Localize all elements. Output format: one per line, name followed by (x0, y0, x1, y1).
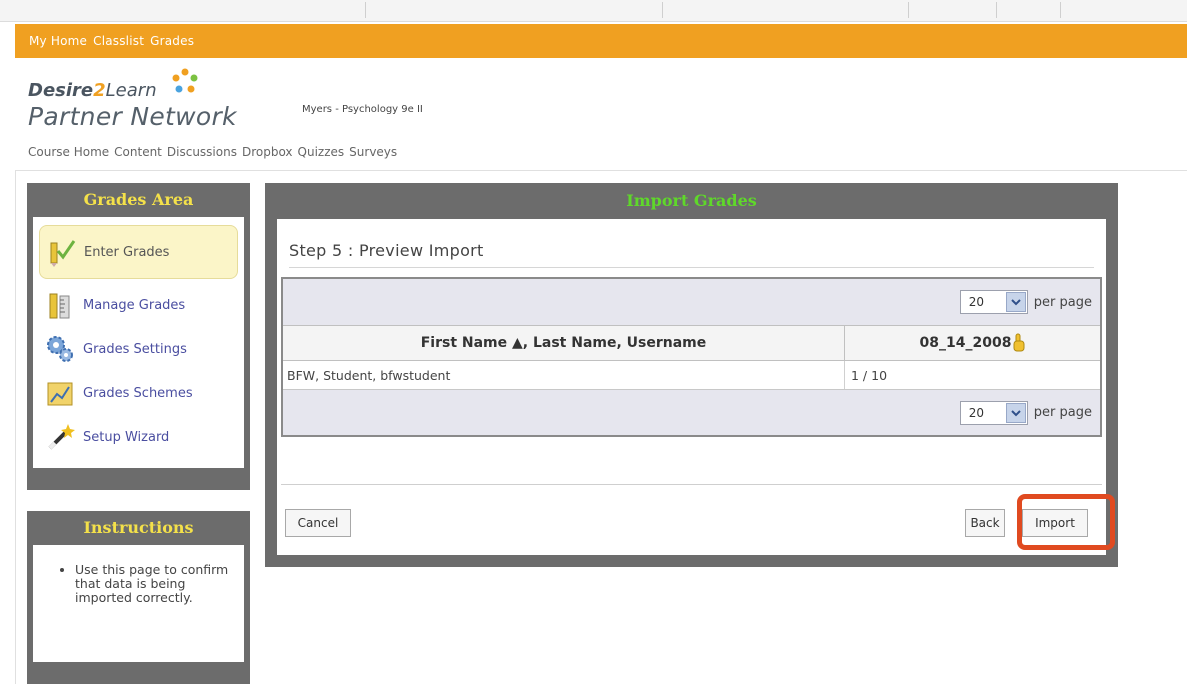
course-nav-discussions[interactable]: Discussions (167, 145, 237, 159)
grades-area-title: Grades Area (83, 190, 194, 209)
toolbar-separator (365, 2, 366, 18)
browser-toolbar-strip (0, 0, 1187, 22)
instructions-body: Use this page to confirm that data is be… (33, 545, 244, 662)
instructions-panel: Instructions Use this page to confirm th… (27, 511, 250, 684)
nav-grades[interactable]: Grades (150, 34, 194, 48)
sidebar-item-grades-settings[interactable]: Grades Settings (39, 327, 238, 371)
pager-top: 20 per page (283, 279, 1100, 325)
pencil-check-icon (50, 240, 76, 267)
instructions-text: Use this page to confirm that data is be… (75, 563, 232, 605)
column-header-name[interactable]: First Name ▲, Last Name, Username (283, 326, 845, 360)
sidebar-item-label: Grades Settings (83, 341, 187, 357)
brand-two: 2 (93, 80, 106, 101)
per-page-select-top[interactable]: 20 (959, 290, 1028, 314)
course-nav-dropbox[interactable]: Dropbox (242, 145, 293, 159)
course-nav-surveys[interactable]: Surveys (349, 145, 397, 159)
actions-divider (281, 484, 1102, 485)
per-page-value: 20 (968, 295, 985, 309)
left-border (15, 171, 16, 684)
brand-flower-icon (172, 68, 198, 93)
hand-cursor-icon (1013, 333, 1025, 352)
course-title: Myers - Psychology 9e II (302, 104, 423, 115)
row-name-cell: BFW, Student, bfwstudent (283, 361, 845, 389)
import-grades-title: Import Grades (626, 191, 757, 210)
sidebar-item-label: Enter Grades (84, 244, 170, 260)
wand-icon (48, 424, 75, 450)
header-divider (15, 170, 1187, 171)
brand-name: Desire2Learn (28, 80, 157, 101)
per-page-label: per page (1033, 405, 1092, 420)
preview-grid: 20 per page First Name ▲, Last Name, Use… (281, 277, 1102, 437)
gears-icon (47, 336, 73, 362)
sidebar-item-manage-grades[interactable]: Manage Grades (39, 283, 238, 327)
import-grades-body: Step 5 : Preview Import 20 per page Firs… (277, 219, 1106, 555)
chevron-down-icon[interactable] (1005, 402, 1026, 423)
brand-partner-network: Partner Network (28, 102, 237, 131)
column-header-grade-text: 08_14_2008 (919, 335, 1012, 351)
toolbar-separator (1060, 2, 1061, 18)
sidebar-item-label: Grades Schemes (83, 385, 193, 401)
sidebar-item-label: Manage Grades (83, 297, 186, 313)
toolbar-separator (908, 2, 909, 18)
toolbar-separator (662, 2, 663, 18)
step-title: Step 5 : Preview Import (289, 241, 484, 260)
column-header-grade-item[interactable]: 08_14_2008 (845, 326, 1100, 360)
grades-area-panel: Grades Area Enter Grades Manage Grades G… (27, 183, 250, 490)
toolbar-separator (996, 2, 997, 18)
column-header-name-text: First Name ▲, Last Name, Username (420, 335, 707, 351)
import-button-highlight (1017, 494, 1115, 550)
table-row: BFW, Student, bfwstudent 1 / 10 (283, 361, 1100, 389)
instructions-title: Instructions (83, 518, 194, 537)
nav-classlist[interactable]: Classlist (93, 34, 144, 48)
ruler-icon (49, 293, 70, 319)
pager-bottom: 20 per page (283, 389, 1100, 435)
back-button[interactable]: Back (965, 509, 1005, 537)
course-nav-course-home[interactable]: Course Home (28, 145, 109, 159)
course-nav-quizzes[interactable]: Quizzes (298, 145, 345, 159)
nav-my-home[interactable]: My Home (29, 34, 87, 48)
per-page-value: 20 (968, 405, 985, 420)
brand-desire: Desire (28, 80, 94, 101)
sidebar-item-enter-grades[interactable]: Enter Grades (39, 225, 238, 279)
row-grade-cell: 1 / 10 (851, 367, 888, 383)
sidebar-item-label: Setup Wizard (83, 429, 170, 445)
per-page-label: per page (1033, 294, 1092, 310)
brand-learn: Learn (105, 80, 157, 101)
step-divider (289, 267, 1094, 268)
per-page-select-bottom[interactable]: 20 (959, 400, 1028, 425)
top-navigation-bar: My Home Classlist Grades (15, 24, 1187, 58)
cancel-button[interactable]: Cancel (285, 509, 351, 537)
import-grades-panel: Import Grades Step 5 : Preview Import 20… (265, 183, 1118, 567)
grades-area-menu: Enter Grades Manage Grades Grades Settin… (33, 217, 244, 468)
grid-header: First Name ▲, Last Name, Username 08_14_… (283, 325, 1100, 361)
chart-icon (47, 382, 73, 406)
sidebar-item-grades-schemes[interactable]: Grades Schemes (39, 371, 238, 415)
chevron-down-icon[interactable] (1005, 292, 1026, 312)
course-nav-content[interactable]: Content (114, 145, 162, 159)
sidebar-item-setup-wizard[interactable]: Setup Wizard (39, 415, 238, 459)
instructions-list: Use this page to confirm that data is be… (55, 563, 232, 605)
brand-logo: Desire2Learn Partner Network (28, 66, 288, 136)
course-navigation: Course Home Content Discussions Dropbox … (28, 145, 397, 159)
